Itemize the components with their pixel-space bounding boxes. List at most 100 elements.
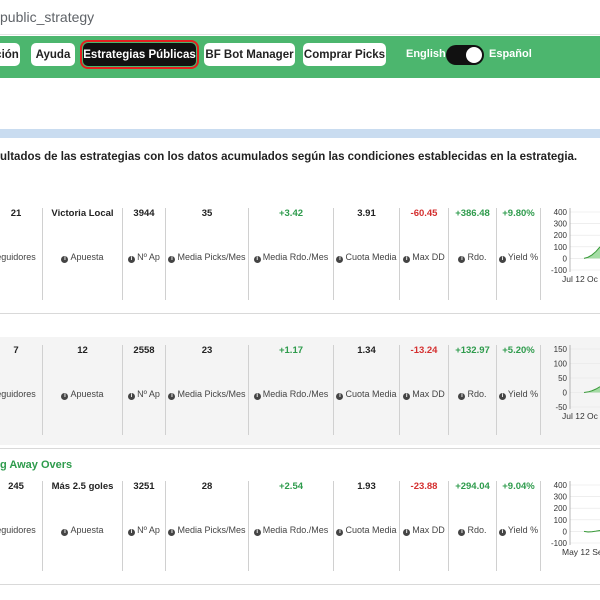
metric-value: 3251 — [133, 481, 155, 492]
metric-label: i Cuota Media — [334, 525, 399, 536]
info-icon[interactable]: i — [128, 529, 136, 536]
info-icon[interactable]: i — [498, 393, 506, 400]
metric-label: eguidores — [0, 389, 36, 399]
strategy-title[interactable]: g Away Overs — [0, 459, 72, 471]
strategy-card[interactable]: 21 eguidores Victoria Local i Apuesta 3944 i Nº… — [0, 200, 600, 310]
info-icon[interactable]: i — [253, 256, 261, 263]
strategy-card[interactable]: 245 eguidores Más 2.5 goles i Apuesta 3251 i Nº… — [0, 473, 600, 581]
metric-label: i Media Picks/Mes — [166, 252, 248, 263]
y-tick-label: 200 — [554, 504, 568, 513]
metric-value: +386.48 — [455, 208, 490, 219]
nav-item-comprar-picks[interactable]: Comprar Picks — [303, 43, 386, 66]
metric-picks-month: 35 i Media Picks/Mes — [166, 200, 248, 310]
equity-chart: 150 100 50 0 -50 Jul 12 Oc — [540, 337, 600, 445]
metric-label: i Yield % — [497, 252, 540, 263]
metric-label: i Cuota Media — [334, 252, 399, 263]
metric-value: Más 2.5 goles — [51, 481, 114, 492]
metric-rdo: +132.97 i Rdo. — [449, 337, 496, 445]
metric-rdo: +294.04 i Rdo. — [449, 473, 496, 581]
info-icon[interactable]: i — [458, 393, 466, 400]
metric-label: eguidores — [0, 525, 36, 535]
info-icon[interactable]: i — [168, 393, 176, 400]
nav-item-ayuda[interactable]: Ayuda — [31, 43, 75, 66]
metric-yield: +9.80% i Yield % — [497, 200, 540, 310]
info-icon[interactable]: i — [61, 393, 69, 400]
column-divider — [165, 345, 166, 435]
info-band — [0, 129, 600, 138]
info-icon[interactable]: i — [128, 256, 136, 263]
y-tick-label: 400 — [554, 208, 568, 217]
metric-max-dd: -13.24 i Max DD — [400, 337, 448, 445]
card-divider — [0, 448, 600, 449]
column-divider — [448, 481, 449, 571]
info-icon[interactable]: i — [403, 256, 411, 263]
info-icon[interactable]: i — [336, 393, 344, 400]
info-icon[interactable]: i — [336, 529, 344, 536]
metric-value: 2558 — [133, 345, 155, 356]
metric-avg-return: +3.42 i Media Rdo./Mes — [249, 200, 333, 310]
column-divider — [248, 345, 249, 435]
info-icon[interactable]: i — [498, 256, 506, 263]
metric-rdo: +386.48 i Rdo. — [449, 200, 496, 310]
lang-spanish-label: Español — [489, 48, 532, 60]
column-divider — [333, 481, 334, 571]
info-icon[interactable]: i — [128, 393, 136, 400]
info-icon[interactable]: i — [61, 529, 69, 536]
metric-value: 1.34 — [357, 345, 376, 356]
y-tick-label: 150 — [554, 345, 568, 354]
y-tick-label: 100 — [554, 516, 568, 525]
info-icon[interactable]: i — [458, 256, 466, 263]
metric-label: i Max DD — [400, 389, 448, 400]
metric-bet: Más 2.5 goles i Apuesta — [43, 473, 122, 581]
language-toggle[interactable] — [446, 45, 484, 65]
info-icon[interactable]: i — [458, 529, 466, 536]
column-divider — [496, 208, 497, 300]
metric-value: +294.04 — [455, 481, 490, 492]
metric-value: -13.24 — [410, 345, 438, 356]
chart-svg: 150100500-50Jul 12 Oc — [554, 345, 600, 421]
info-icon[interactable]: i — [253, 393, 261, 400]
metric-value: 28 — [201, 481, 213, 492]
metric-value: 1.93 — [357, 481, 376, 492]
column-divider — [122, 345, 123, 435]
metric-label: i Media Picks/Mes — [166, 389, 248, 400]
metric-label: i Rdo. — [449, 525, 496, 536]
metric-followers: 7 eguidores — [0, 337, 42, 445]
strategy-card[interactable]: 7 eguidores 12 i Apuesta 2558 i Nº Ap 23 i Media P… — [0, 337, 600, 445]
url-text: public_strategy — [0, 9, 95, 25]
info-icon[interactable]: i — [403, 529, 411, 536]
nav-item-partial[interactable]: ción — [0, 43, 20, 66]
x-tick-label: May 12 Se — [562, 547, 600, 557]
info-icon[interactable]: i — [253, 529, 261, 536]
metric-value: +9.80% — [502, 208, 535, 219]
equity-chart: 400 300 200 100 0 -100 May 12 Se — [540, 473, 600, 581]
metric-value: +1.17 — [278, 345, 304, 356]
info-icon[interactable]: i — [168, 256, 176, 263]
metric-label: i Nº Ap — [123, 389, 165, 400]
info-icon[interactable]: i — [336, 256, 344, 263]
metric-label: i Yield % — [497, 389, 540, 400]
lang-english-label: English — [406, 48, 446, 60]
metric-value: 7 — [13, 345, 19, 356]
column-divider — [333, 345, 334, 435]
metric-label: i Max DD — [400, 252, 448, 263]
metric-label: i Cuota Media — [334, 389, 399, 400]
metric-label: i Apuesta — [43, 389, 122, 400]
info-icon[interactable]: i — [168, 529, 176, 536]
y-tick-label: 100 — [554, 243, 568, 252]
column-divider — [399, 345, 400, 435]
browser-url-bar[interactable]: public_strategy — [0, 0, 600, 35]
metric-value: +3.42 — [278, 208, 304, 219]
metric-label: i Media Rdo./Mes — [249, 252, 333, 263]
column-divider — [248, 208, 249, 300]
info-icon[interactable]: i — [403, 393, 411, 400]
metric-label: i Media Rdo./Mes — [249, 389, 333, 400]
column-divider — [496, 481, 497, 571]
info-icon[interactable]: i — [498, 529, 506, 536]
nav-item-estrategias-publicas[interactable]: Estrategias Públicas — [80, 40, 199, 69]
nav-item-bf-bot-manager[interactable]: BF Bot Manager — [204, 43, 295, 66]
metric-n-ap: 3944 i Nº Ap — [123, 200, 165, 310]
info-icon[interactable]: i — [61, 256, 69, 263]
y-tick-label: 0 — [563, 389, 568, 398]
card-divider — [0, 584, 600, 585]
